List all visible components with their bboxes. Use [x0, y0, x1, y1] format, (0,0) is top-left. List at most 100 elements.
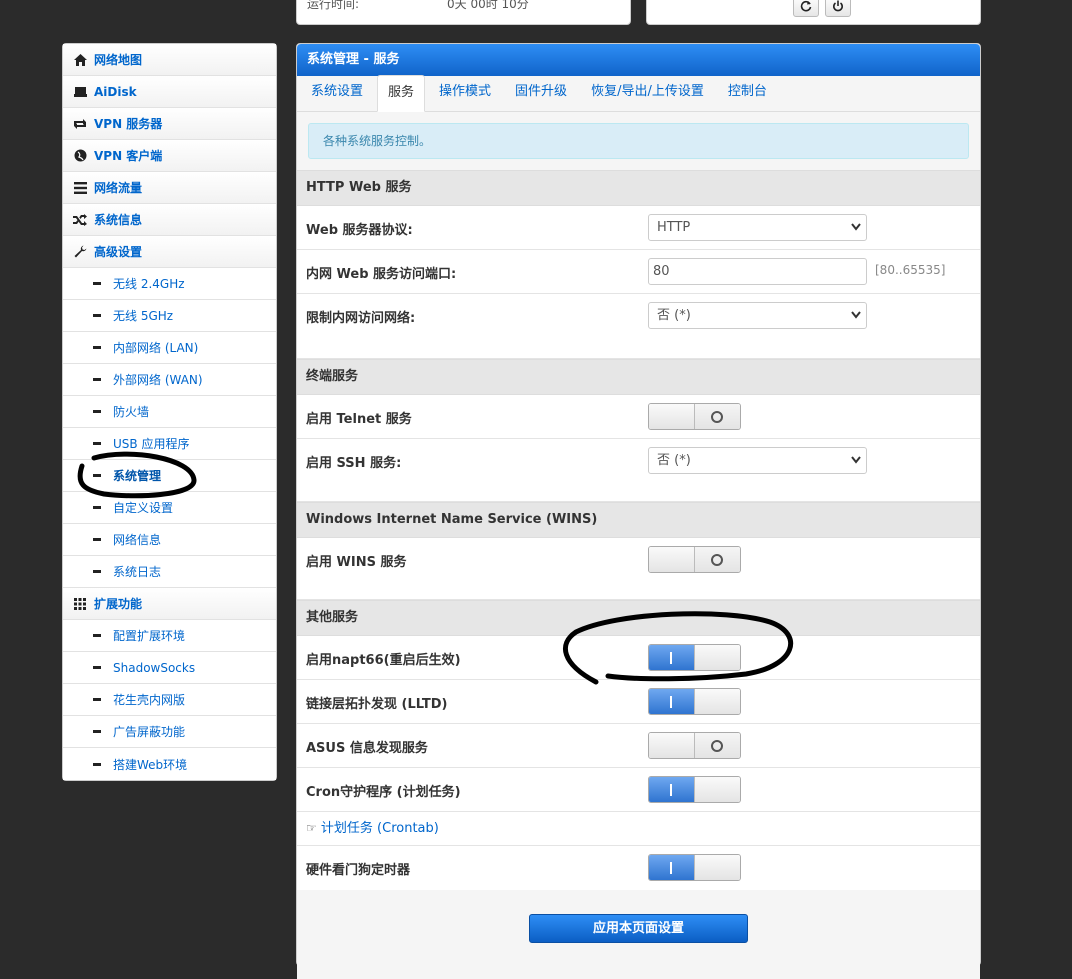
- sidebar-subitem-web-env[interactable]: 搭建Web环境: [63, 748, 276, 780]
- asus-discovery-label: ASUS 信息发现服务: [306, 741, 428, 756]
- sidebar-subitem-wan[interactable]: 外部网络 (WAN): [63, 364, 276, 396]
- telnet-toggle[interactable]: [648, 403, 741, 430]
- watchdog-toggle[interactable]: [648, 854, 741, 881]
- tab-firmware-upgrade[interactable]: 固件升级: [505, 75, 577, 111]
- watchdog-label: 硬件看门狗定时器: [306, 863, 411, 878]
- chevron-down-icon: [851, 456, 861, 464]
- dash-icon: [93, 730, 101, 733]
- web-protocol-label: Web 服务器协议:: [306, 223, 413, 238]
- lltd-label: 链接层拓扑发现 (LLTD): [306, 697, 448, 712]
- chevron-down-icon: [851, 223, 861, 231]
- sidebar-item-aidisk[interactable]: AiDisk: [63, 76, 276, 108]
- dash-icon: [93, 282, 101, 285]
- tab-services[interactable]: 服务: [377, 75, 426, 112]
- row-asus-discovery: ASUS 信息发现服务: [297, 724, 980, 768]
- sidebar-subitem-label: 无线 2.4GHz: [113, 277, 185, 291]
- system-control-panel: [646, 0, 981, 25]
- sidebar-subitem-label: 广告屏蔽功能: [113, 725, 186, 739]
- dash-icon: [93, 442, 101, 445]
- refresh-icon: [800, 0, 812, 12]
- asus-discovery-toggle[interactable]: [648, 732, 741, 759]
- cron-toggle[interactable]: [648, 776, 741, 803]
- ssh-select[interactable]: 否 (*): [648, 447, 867, 474]
- dash-icon: [93, 666, 101, 669]
- crontab-link-label: 计划任务 (Crontab): [320, 821, 439, 836]
- napt66-toggle[interactable]: [648, 644, 741, 671]
- info-message: 各种系统服务控制。: [308, 123, 969, 159]
- services-content: 各种系统服务控制。 HTTP Web 服务 Web 服务器协议: HTTP 内网…: [297, 112, 980, 890]
- sidebar-subitem-netinfo[interactable]: 网络信息: [63, 524, 276, 556]
- wrench-icon: [73, 245, 87, 259]
- ssh-value: 否 (*): [657, 453, 691, 468]
- apply-area: 应用本页面设置: [297, 890, 980, 979]
- refresh-button[interactable]: [793, 0, 819, 17]
- retweet-icon: [73, 117, 87, 131]
- sidebar-item-label: AiDisk: [94, 84, 137, 99]
- dash-icon: [93, 314, 101, 317]
- tab-operation-mode[interactable]: 操作模式: [429, 75, 501, 111]
- row-cron: Cron守护程序 (计划任务): [297, 768, 980, 812]
- sidebar-item-vpn-server[interactable]: VPN 服务器: [63, 108, 276, 140]
- apply-button[interactable]: 应用本页面设置: [529, 914, 748, 943]
- restrict-access-value: 否 (*): [657, 308, 691, 323]
- sidebar-subitem-label: 网络信息: [113, 533, 162, 547]
- uptime-label: 运行时间:: [307, 0, 360, 11]
- section-other: 其他服务: [297, 600, 980, 636]
- sidebar-subitem-wireless-24[interactable]: 无线 2.4GHz: [63, 268, 276, 300]
- telnet-label: 启用 Telnet 服务: [306, 412, 412, 427]
- section-wins: Windows Internet Name Service (WINS): [297, 502, 980, 538]
- sidebar-subitem-firewall[interactable]: 防火墙: [63, 396, 276, 428]
- dash-icon: [93, 410, 101, 413]
- sidebar-subitem-wireless-5[interactable]: 无线 5GHz: [63, 300, 276, 332]
- sidebar-subitem-oray[interactable]: 花生壳内网版: [63, 684, 276, 716]
- sidebar-menu: 网络地图 AiDisk VPN 服务器 VPN 客户端 网络流量 系统信息 高级…: [62, 43, 277, 781]
- sidebar-item-network-map[interactable]: 网络地图: [63, 44, 276, 76]
- sidebar-item-system-info[interactable]: 系统信息: [63, 204, 276, 236]
- sidebar-subitem-system-admin[interactable]: 系统管理: [63, 460, 276, 492]
- dash-icon: [93, 506, 101, 509]
- sidebar-item-traffic[interactable]: 网络流量: [63, 172, 276, 204]
- sidebar-item-advanced[interactable]: 高级设置: [63, 236, 276, 268]
- tab-console[interactable]: 控制台: [718, 75, 777, 111]
- sidebar-item-extensions[interactable]: 扩展功能: [63, 588, 276, 620]
- list-icon: [73, 181, 87, 195]
- sidebar-subitem-custom[interactable]: 自定义设置: [63, 492, 276, 524]
- row-web-protocol: Web 服务器协议: HTTP: [297, 206, 980, 250]
- row-wins: 启用 WINS 服务: [297, 538, 980, 600]
- sidebar-subitem-adblock[interactable]: 广告屏蔽功能: [63, 716, 276, 748]
- wins-toggle[interactable]: [648, 546, 741, 573]
- row-napt66: 启用napt66(重启后生效): [297, 636, 980, 680]
- off-icon: [711, 553, 724, 566]
- row-web-port: 内网 Web 服务访问端口: 80 [80..65535]: [297, 250, 980, 294]
- tab-system-settings[interactable]: 系统设置: [301, 75, 373, 111]
- sidebar-subitem-syslog[interactable]: 系统日志: [63, 556, 276, 588]
- home-icon: [73, 53, 87, 67]
- crontab-link[interactable]: ☞ 计划任务 (Crontab): [297, 812, 980, 846]
- sidebar-subitem-label: ShadowSocks: [113, 660, 196, 675]
- page-title: 系统管理 - 服务: [297, 44, 980, 76]
- sidebar-subitem-usb[interactable]: USB 应用程序: [63, 428, 276, 460]
- sidebar-subitem-label: 搭建Web环境: [113, 757, 188, 772]
- dash-icon: [93, 698, 101, 701]
- sidebar-subitem-lan[interactable]: 内部网络 (LAN): [63, 332, 276, 364]
- sidebar-subitem-shadowsocks[interactable]: ShadowSocks: [63, 652, 276, 684]
- power-button[interactable]: [825, 0, 851, 17]
- lltd-toggle[interactable]: [648, 688, 741, 715]
- restrict-access-select[interactable]: 否 (*): [648, 302, 867, 329]
- web-protocol-select[interactable]: HTTP: [648, 214, 867, 241]
- napt66-label: 启用napt66(重启后生效): [306, 653, 461, 668]
- power-icon: [833, 0, 843, 12]
- sidebar-item-vpn-client[interactable]: VPN 客户端: [63, 140, 276, 172]
- tab-restore-settings[interactable]: 恢复/导出/上传设置: [581, 75, 714, 111]
- section-terminal: 终端服务: [297, 359, 980, 395]
- dash-icon: [93, 634, 101, 637]
- dash-icon: [93, 378, 101, 381]
- disk-icon: [73, 85, 87, 99]
- web-port-input[interactable]: 80: [648, 258, 867, 285]
- sidebar-subitem-ext-env[interactable]: 配置扩展环境: [63, 620, 276, 652]
- sidebar-subitem-label: 系统管理: [113, 469, 162, 483]
- sidebar-subitem-label: 系统日志: [113, 565, 162, 579]
- cron-label: Cron守护程序 (计划任务): [306, 785, 461, 800]
- hand-pointer-icon: ☞: [306, 821, 317, 835]
- row-lltd: 链接层拓扑发现 (LLTD): [297, 680, 980, 724]
